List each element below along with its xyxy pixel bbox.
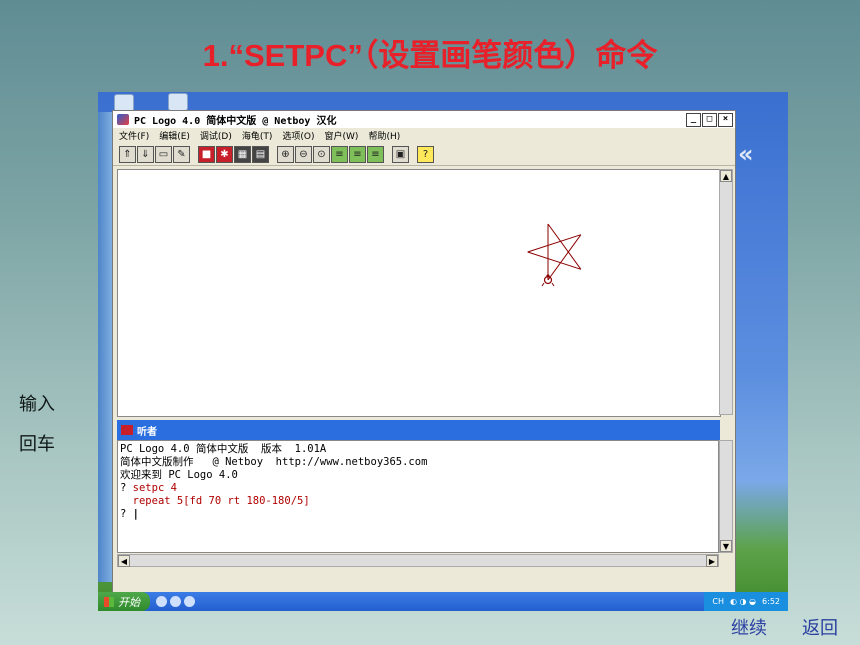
listener-console[interactable]: PC Logo 4.0 简体中文版 版本 1.01A 简体中文版制作 @ Net… xyxy=(117,440,719,553)
turtle-icon[interactable]: ✱ xyxy=(216,145,233,163)
note-enter: 回车 xyxy=(19,434,55,455)
menu-edit[interactable]: 编辑(E) xyxy=(159,129,190,142)
star-segment xyxy=(547,223,582,270)
star-segment xyxy=(547,234,582,281)
ie-icon[interactable] xyxy=(184,596,195,607)
eraser-icon[interactable]: ▭ xyxy=(155,145,172,163)
command-setpc: setpc 4 xyxy=(132,482,177,494)
ime-indicator[interactable]: CH xyxy=(712,597,724,606)
canvas-scrollbar[interactable]: ▲ xyxy=(719,169,733,415)
run-icon[interactable]: ≡ xyxy=(367,145,384,163)
zoom-reset-icon[interactable]: ⊙ xyxy=(313,145,330,163)
taskbar: 开始 CH ◐ ◑ ◒ 6:52 xyxy=(98,592,788,611)
start-button[interactable]: 开始 xyxy=(98,592,150,611)
zoom-out-icon[interactable]: ⊖ xyxy=(295,145,312,163)
stop-icon[interactable]: ■ xyxy=(198,145,215,163)
back-link[interactable]: 返回 xyxy=(802,614,838,640)
graphics-canvas[interactable] xyxy=(117,169,721,417)
menu-turtle[interactable]: 海龟(T) xyxy=(242,129,273,142)
desktop-screenshot: « PC Logo 4.0 简体中文版 @ Netboy 汉化 _ □ × 文件… xyxy=(98,92,788,611)
text-cursor: | xyxy=(132,508,139,520)
listener-title: 听者 xyxy=(137,426,157,438)
star-segment xyxy=(527,251,582,270)
minimize-button[interactable]: _ xyxy=(686,112,701,127)
note-input: 输入 xyxy=(19,394,55,415)
console-line: PC Logo 4.0 简体中文版 版本 1.01A xyxy=(120,443,327,455)
command-line: ? setpc 4 xyxy=(120,482,718,495)
input-line[interactable]: ? | xyxy=(120,508,718,521)
scroll-down-icon[interactable]: ▼ xyxy=(720,540,732,552)
screen-icon[interactable]: ▤ xyxy=(252,145,269,163)
listener-icon xyxy=(121,425,133,435)
trace-icon[interactable]: ≡ xyxy=(349,145,366,163)
continue-link[interactable]: 继续 xyxy=(731,614,767,640)
quick-launch xyxy=(156,596,195,607)
window-titlebar: PC Logo 4.0 简体中文版 @ Netboy 汉化 _ □ × xyxy=(113,111,735,128)
scroll-right-icon[interactable]: ▶ xyxy=(706,555,718,567)
star-segment xyxy=(527,234,582,253)
side-strip xyxy=(98,112,112,582)
desktop-icon-computer xyxy=(168,93,188,111)
start-label: 开始 xyxy=(118,595,140,609)
system-tray: CH ◐ ◑ ◒ 6:52 xyxy=(704,592,788,611)
turtle-up-icon[interactable]: ⇑ xyxy=(119,145,136,163)
app-icon xyxy=(117,114,129,125)
window-controls: _ □ × xyxy=(686,112,733,127)
grid-icon[interactable]: ▦ xyxy=(234,145,251,163)
zoom-in-icon[interactable]: ⊕ xyxy=(277,145,294,163)
editor-icon[interactable]: ▣ xyxy=(392,145,409,163)
console-line: 欢迎来到 PC Logo 4.0 xyxy=(120,469,238,481)
status-bar xyxy=(113,571,735,591)
turtle-down-icon[interactable]: ⇓ xyxy=(137,145,154,163)
browser-icon[interactable] xyxy=(170,596,181,607)
listener-titlebar: 听者 xyxy=(117,420,720,440)
pen-icon[interactable]: ✎ xyxy=(173,145,190,163)
command-repeat: repeat 5[fd 70 rt 180-180/5] xyxy=(132,495,310,507)
console-scrollbar[interactable]: ▼ xyxy=(719,440,733,553)
close-button[interactable]: × xyxy=(718,112,733,127)
toolbar: ⇑ ⇓ ▭ ✎ ■ ✱ ▦ ▤ ⊕ ⊖ ⊙ ≡ ≡ ≡ ▣ ? xyxy=(113,143,735,166)
title-group: PC Logo 4.0 简体中文版 @ Netboy 汉化 xyxy=(117,112,336,127)
slide-title: 1.“SETPC”（设置画笔颜色）命令 xyxy=(202,38,658,73)
console-line: 简体中文版制作 @ Netboy http://www.netboy365.co… xyxy=(120,456,428,468)
menu-file[interactable]: 文件(F) xyxy=(119,129,149,142)
scroll-left-icon[interactable]: ◀ xyxy=(118,555,130,567)
logo-window: PC Logo 4.0 简体中文版 @ Netboy 汉化 _ □ × 文件(F… xyxy=(112,110,736,594)
scroll-up-icon[interactable]: ▲ xyxy=(720,170,732,182)
xp-logo-mark: « xyxy=(738,140,754,168)
clock: 6:52 xyxy=(762,597,780,606)
windows-flag-icon xyxy=(104,596,114,607)
star-shape xyxy=(527,223,582,281)
prompt: ? xyxy=(120,508,127,520)
menu-options[interactable]: 选项(O) xyxy=(282,129,314,142)
menubar: 文件(F) 编辑(E) 调试(D) 海龟(T) 选项(O) 窗户(W) 帮助(H… xyxy=(113,128,735,143)
menu-help[interactable]: 帮助(H) xyxy=(368,129,400,142)
menu-window[interactable]: 窗户(W) xyxy=(325,129,359,142)
window-title: PC Logo 4.0 简体中文版 @ Netboy 汉化 xyxy=(134,116,337,127)
console-hscrollbar[interactable]: ◀ ▶ xyxy=(117,554,719,567)
prompt: ? xyxy=(120,482,127,494)
media-icon[interactable] xyxy=(156,596,167,607)
help-icon[interactable]: ? xyxy=(417,145,434,163)
tray-icons: ◐ ◑ ◒ xyxy=(730,597,757,606)
command-line: repeat 5[fd 70 rt 180-180/5] xyxy=(120,495,718,508)
maximize-button[interactable]: □ xyxy=(702,112,717,127)
menu-debug[interactable]: 调试(D) xyxy=(200,129,232,142)
star-drawing xyxy=(527,223,582,287)
turtle-icon xyxy=(541,274,555,287)
step-icon[interactable]: ≡ xyxy=(331,145,348,163)
